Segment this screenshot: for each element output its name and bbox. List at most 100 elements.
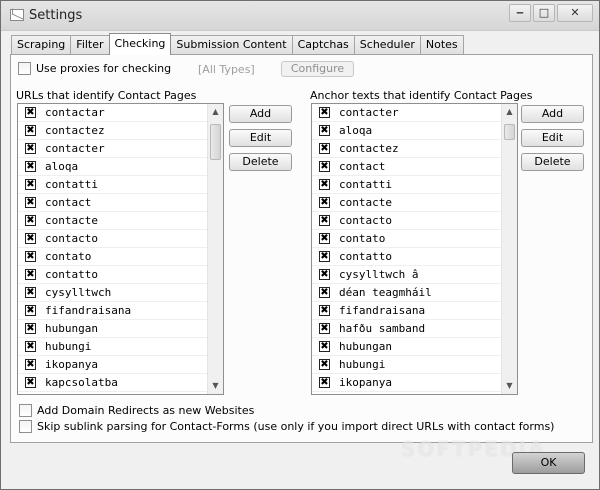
urls-scrollbar[interactable]: ▲ ▼: [207, 104, 223, 394]
item-label: cysylltwch â: [339, 268, 419, 281]
list-item[interactable]: ✖ cysylltwch: [18, 284, 207, 302]
item-checkbox[interactable]: ✖: [319, 197, 330, 208]
item-checkbox[interactable]: ✖: [319, 233, 330, 244]
list-item[interactable]: ✖ fifandraisana: [18, 302, 207, 320]
list-item[interactable]: ✖ contacter: [18, 140, 207, 158]
list-item[interactable]: ✖ fifandraisana: [312, 302, 501, 320]
anchors-scrollbar[interactable]: ▲ ▼: [501, 104, 517, 394]
scroll-down-icon[interactable]: ▼: [208, 378, 223, 394]
anchors-delete-button[interactable]: Delete: [521, 153, 584, 171]
item-checkbox[interactable]: ✖: [25, 107, 36, 118]
anchors-list[interactable]: ✖ contacter ✖ aloqa ✖ contactez ✖ contact ✖ conta…: [311, 103, 518, 395]
list-item[interactable]: ✖ contactar: [18, 104, 207, 122]
item-checkbox[interactable]: ✖: [25, 287, 36, 298]
item-checkbox[interactable]: ✖: [319, 305, 330, 316]
item-checkbox[interactable]: ✖: [319, 215, 330, 226]
item-checkbox[interactable]: ✖: [25, 251, 36, 262]
item-checkbox[interactable]: ✖: [25, 269, 36, 280]
list-item[interactable]: ✖ contactez: [312, 140, 501, 158]
list-item[interactable]: ✖ contactez: [18, 122, 207, 140]
list-item[interactable]: ✖ contacto: [312, 212, 501, 230]
item-label: contatti: [45, 178, 98, 191]
ok-button[interactable]: OK: [512, 452, 585, 474]
item-checkbox[interactable]: ✖: [25, 377, 36, 388]
list-item[interactable]: ✖ aloqa: [312, 122, 501, 140]
scroll-up-icon[interactable]: ▲: [208, 104, 223, 120]
scroll-up-icon[interactable]: ▲: [502, 104, 517, 120]
close-button[interactable]: ✕: [557, 4, 593, 22]
list-item[interactable]: ✖ contacte: [312, 194, 501, 212]
anchors-add-button[interactable]: Add: [521, 105, 584, 123]
urls-edit-button[interactable]: Edit: [229, 129, 292, 147]
tab-captchas[interactable]: Captchas: [291, 35, 355, 54]
list-item[interactable]: ✖ contatti: [312, 176, 501, 194]
tab-notes[interactable]: Notes: [419, 35, 464, 54]
list-item[interactable]: ✖ déan teagmháil: [312, 284, 501, 302]
list-item[interactable]: ✖ contatto: [18, 266, 207, 284]
list-item[interactable]: ✖ ikopanya: [18, 356, 207, 374]
list-item[interactable]: ✖ aloqa: [18, 158, 207, 176]
list-item[interactable]: ✖ contatti: [18, 176, 207, 194]
list-item[interactable]: ✖ hubungi: [18, 338, 207, 356]
list-item[interactable]: ✖ hubungan: [18, 320, 207, 338]
item-label: hafðu samband: [339, 322, 426, 335]
anchors-edit-button[interactable]: Edit: [521, 129, 584, 147]
list-item[interactable]: ✖ contato: [312, 230, 501, 248]
scroll-down-icon[interactable]: ▼: [502, 378, 517, 394]
item-checkbox[interactable]: ✖: [319, 269, 330, 280]
minimize-button[interactable]: ‒: [509, 4, 531, 22]
list-item[interactable]: ✖ contacter: [312, 104, 501, 122]
item-checkbox[interactable]: ✖: [319, 161, 330, 172]
item-checkbox[interactable]: ✖: [25, 125, 36, 136]
list-item[interactable]: ✖ contacte: [18, 212, 207, 230]
list-item[interactable]: ✖ ikopanya: [312, 374, 501, 392]
tab-filter[interactable]: Filter: [70, 35, 110, 54]
scroll-thumb[interactable]: [504, 124, 515, 140]
item-checkbox[interactable]: ✖: [25, 197, 36, 208]
item-label: contacter: [339, 106, 399, 119]
item-checkbox[interactable]: ✖: [25, 179, 36, 190]
tab-submission-content[interactable]: Submission Content: [170, 35, 293, 54]
item-checkbox[interactable]: ✖: [319, 359, 330, 370]
item-checkbox[interactable]: ✖: [25, 161, 36, 172]
use-proxies-checkbox[interactable]: [18, 62, 31, 75]
tab-scraping[interactable]: Scraping: [11, 35, 72, 54]
item-checkbox[interactable]: ✖: [319, 143, 330, 154]
title-bar[interactable]: Settings ‒ □ ✕: [1, 1, 599, 31]
scroll-thumb[interactable]: [210, 124, 221, 160]
list-item[interactable]: ✖ contacto: [18, 230, 207, 248]
item-checkbox[interactable]: ✖: [25, 233, 36, 244]
list-item[interactable]: ✖ contact: [18, 194, 207, 212]
list-item[interactable]: ✖ hubungan: [312, 338, 501, 356]
item-checkbox[interactable]: ✖: [319, 341, 330, 352]
tab-scheduler[interactable]: Scheduler: [353, 35, 421, 54]
list-item[interactable]: ✖ contact: [312, 158, 501, 176]
item-checkbox[interactable]: ✖: [319, 107, 330, 118]
maximize-button[interactable]: □: [533, 4, 555, 22]
item-checkbox[interactable]: ✖: [319, 125, 330, 136]
urls-add-button[interactable]: Add: [229, 105, 292, 123]
list-item[interactable]: ✖ kapcsolatba: [18, 374, 207, 392]
list-item[interactable]: ✖ contato: [18, 248, 207, 266]
urls-delete-button[interactable]: Delete: [229, 153, 292, 171]
urls-list[interactable]: ✖ contactar ✖ contactez ✖ contacter ✖ aloqa ✖ con…: [17, 103, 224, 395]
item-checkbox[interactable]: ✖: [319, 179, 330, 190]
item-checkbox[interactable]: ✖: [25, 143, 36, 154]
item-checkbox[interactable]: ✖: [25, 359, 36, 370]
tab-checking[interactable]: Checking: [108, 33, 172, 55]
item-checkbox[interactable]: ✖: [25, 215, 36, 226]
item-checkbox[interactable]: ✖: [25, 341, 36, 352]
item-checkbox[interactable]: ✖: [25, 323, 36, 334]
item-checkbox[interactable]: ✖: [319, 287, 330, 298]
item-checkbox[interactable]: ✖: [319, 251, 330, 262]
item-checkbox[interactable]: ✖: [25, 305, 36, 316]
item-checkbox[interactable]: ✖: [319, 323, 330, 334]
item-checkbox[interactable]: ✖: [319, 377, 330, 388]
list-item[interactable]: ✖ hafðu samband: [312, 320, 501, 338]
configure-button[interactable]: Configure: [281, 61, 354, 77]
list-item[interactable]: ✖ contatto: [312, 248, 501, 266]
list-item[interactable]: ✖ cysylltwch â: [312, 266, 501, 284]
list-item[interactable]: ✖ hubungi: [312, 356, 501, 374]
domain-redirects-checkbox[interactable]: [19, 404, 32, 417]
skip-sublink-checkbox[interactable]: [19, 420, 32, 433]
